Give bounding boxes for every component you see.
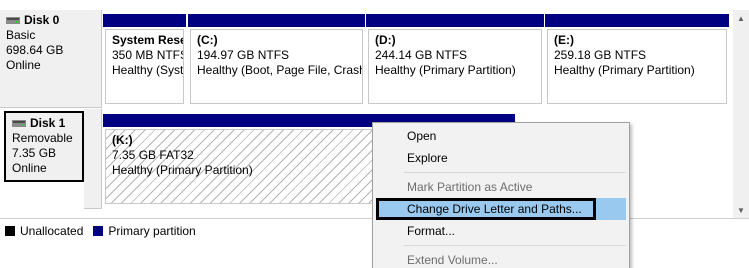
menu-item-format[interactable]: Format... [376,220,626,242]
disk-0-type: Basic [6,28,36,42]
scroll-down-arrow-icon[interactable]: ▼ [733,202,749,218]
disk-1-label[interactable]: Disk 1 Removable 7.35 GB Online [4,111,84,182]
partition-status: Healthy (Syst [112,63,184,77]
legend-swatch-primary [93,225,104,236]
partition-name: (C:) [197,33,218,47]
partition-c[interactable]: (C:) 194.97 GB NTFS Healthy (Boot, Page … [188,14,365,106]
scroll-up-arrow-icon[interactable]: ▲ [733,10,749,26]
partition-e[interactable]: (E:) 259.18 GB NTFS Healthy (Primary Par… [545,14,729,106]
legend-item-primary: Primary partition [93,223,196,238]
menu-item-mark-active: Mark Partition as Active [407,180,533,194]
partition-status: Healthy (Primary Partition) [554,63,695,77]
partition-d[interactable]: (D:) 244.14 GB NTFS Healthy (Primary Par… [366,14,544,106]
legend-label: Unallocated [20,223,84,238]
disk-drive-icon [6,17,20,24]
legend-swatch-unallocated [5,225,15,236]
disk-drive-icon [12,120,26,127]
context-menu: Open Explore Mark Partition as Active Ch… [372,122,630,268]
partition-system-reserved[interactable]: System Rese 350 MB NTFS Healthy (Syst [103,14,186,106]
scroll-track[interactable] [737,28,745,200]
disk-0-name: Disk 0 [24,13,60,27]
legend-label: Primary partition [108,223,196,238]
partition-bar [188,14,365,27]
partition-name: System Rese [112,33,184,47]
partition-bar [103,14,186,27]
disk-1-name: Disk 1 [30,116,66,130]
disk-0-status: Online [6,58,41,72]
vertical-scrollbar[interactable]: ▲ ▼ [733,10,749,218]
disk-0-label[interactable]: Disk 0 Basic 698.64 GB Online [0,10,102,108]
menu-item-extend-volume: Extend Volume... [407,253,498,267]
menu-item-open[interactable]: Open [376,125,626,147]
disk-1-type: Removable [12,131,73,145]
partition-status: Healthy (Boot, Page File, Crash [197,63,363,77]
partition-info: 194.97 GB NTFS [197,48,290,62]
disk-0-size: 698.64 GB [6,43,64,57]
partition-info: 259.18 GB NTFS [554,48,647,62]
disk-1-size: 7.35 GB [12,146,57,160]
annotation-box [376,198,596,220]
partition-name: (D:) [375,33,396,47]
partition-name: (E:) [554,33,574,47]
legend-item-unallocated: Unallocated [5,224,83,238]
partition-info: 350 MB NTFS [112,48,184,62]
menu-separator [404,245,626,246]
partition-status: Healthy (Primary Partition) [375,63,516,77]
partition-info: 244.14 GB NTFS [375,48,468,62]
partition-bar [545,14,729,27]
menu-item-explore[interactable]: Explore [376,147,626,169]
menu-separator [404,172,626,173]
partition-bar [366,14,544,27]
disk-1-status: Online [12,161,47,175]
